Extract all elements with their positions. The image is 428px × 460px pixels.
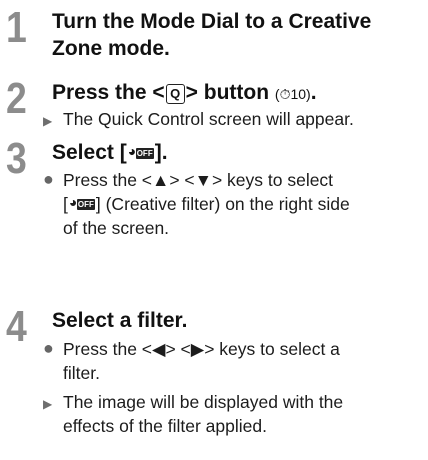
heading-line: Turn the Mode Dial to a Creative <box>52 10 372 33</box>
step-number: 4 <box>6 302 27 351</box>
q-button-icon: Q <box>165 84 185 104</box>
triangle-bullet-icon: ▶ <box>43 397 53 411</box>
bullet-dot-icon: ● <box>43 169 54 189</box>
result-item: ▶ The image will be displayed with the e… <box>43 392 344 436</box>
step-heading: Press the < Q > button (⏱10). <box>52 81 317 104</box>
creative-filter-icon: ◕ OFF <box>68 194 95 210</box>
step-heading: Select [◕ OFF]. <box>52 141 168 164</box>
result-item: ▶ The Quick Control screen will appear. <box>43 107 418 131</box>
step-number: 2 <box>6 74 27 123</box>
step-number: 1 <box>6 3 27 52</box>
instruction-item: ● Press the <◀> <▶> keys to select a fil… <box>43 338 340 383</box>
heading-line: Zone mode. <box>52 37 170 60</box>
page-reference: (⏱10) <box>274 86 311 102</box>
instruction-item: ● Press the <▲> <▼> keys to select [◕ OFF… <box>43 169 350 238</box>
step-number: 3 <box>6 134 27 183</box>
triangle-bullet-icon: ▶ <box>43 114 53 128</box>
step-heading: Turn the Mode Dial to a Creative Zone mo… <box>52 8 422 62</box>
creative-filter-icon: ◕ OFF <box>127 143 154 159</box>
bullet-dot-icon: ● <box>43 338 54 358</box>
step-heading: Select a filter. <box>52 309 188 332</box>
